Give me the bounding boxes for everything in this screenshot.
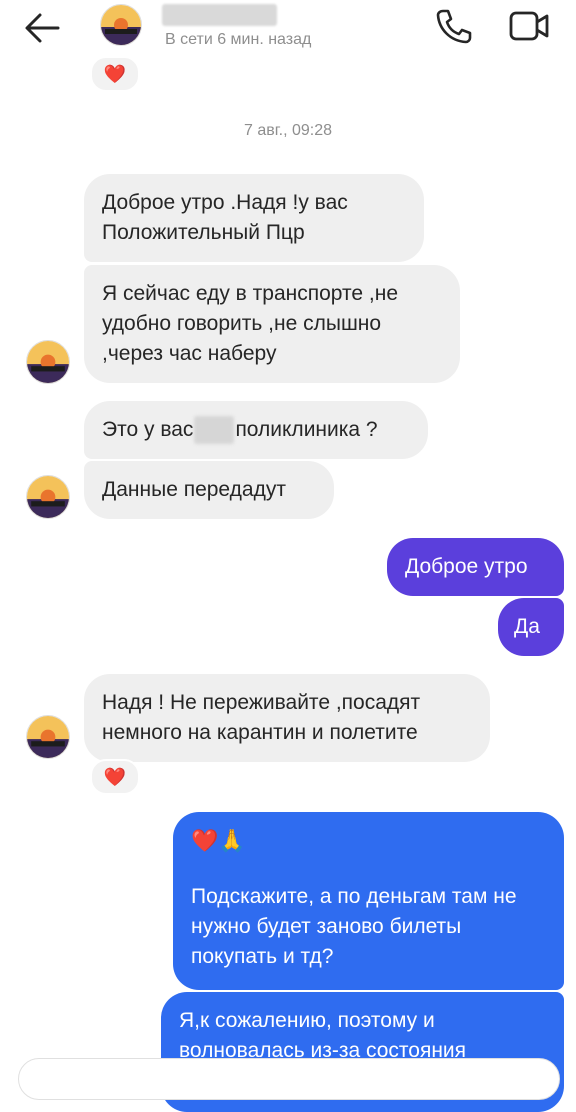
online-status: В сети 6 мин. назад [165, 31, 312, 48]
date-separator: 7 авг., 09:28 [244, 122, 332, 139]
message-incoming[interactable]: Это у вас поликлиника ? [84, 401, 428, 459]
message-composer[interactable] [18, 1058, 560, 1100]
redacted-word [194, 416, 235, 445]
message-outgoing[interactable]: ❤️🙏 Подскажите, а по деньгам там не нужн… [173, 812, 564, 990]
sender-avatar[interactable] [26, 715, 70, 759]
heart-icon: ❤️ [103, 63, 127, 84]
heart-reaction[interactable]: ❤️ [90, 759, 140, 795]
message-outgoing[interactable]: Доброе утро [387, 538, 564, 596]
heart-reaction[interactable]: ❤️ [90, 56, 140, 92]
contact-name-redacted[interactable] [162, 4, 277, 26]
video-camera-icon[interactable] [508, 8, 550, 44]
sender-avatar[interactable] [26, 475, 70, 519]
message-incoming[interactable]: Надя ! Не переживайте ,посадят немного н… [84, 674, 490, 762]
heart-icon: ❤️ [103, 766, 127, 787]
message-incoming[interactable]: Я сейчас еду в транспорте ,не удобно гов… [84, 265, 460, 383]
message-incoming[interactable]: Доброе утро .Надя !у вас Положительный П… [84, 174, 424, 262]
sender-avatar[interactable] [26, 340, 70, 384]
phone-icon[interactable] [434, 8, 472, 44]
message-outgoing[interactable]: Да [498, 598, 564, 656]
chat-header: В сети 6 мин. назад [0, 0, 576, 56]
back-arrow-icon[interactable] [22, 10, 62, 46]
message-incoming[interactable]: Данные передадут [84, 461, 334, 519]
emoji-line: ❤️🙏 [191, 828, 246, 853]
contact-avatar[interactable] [100, 4, 142, 46]
